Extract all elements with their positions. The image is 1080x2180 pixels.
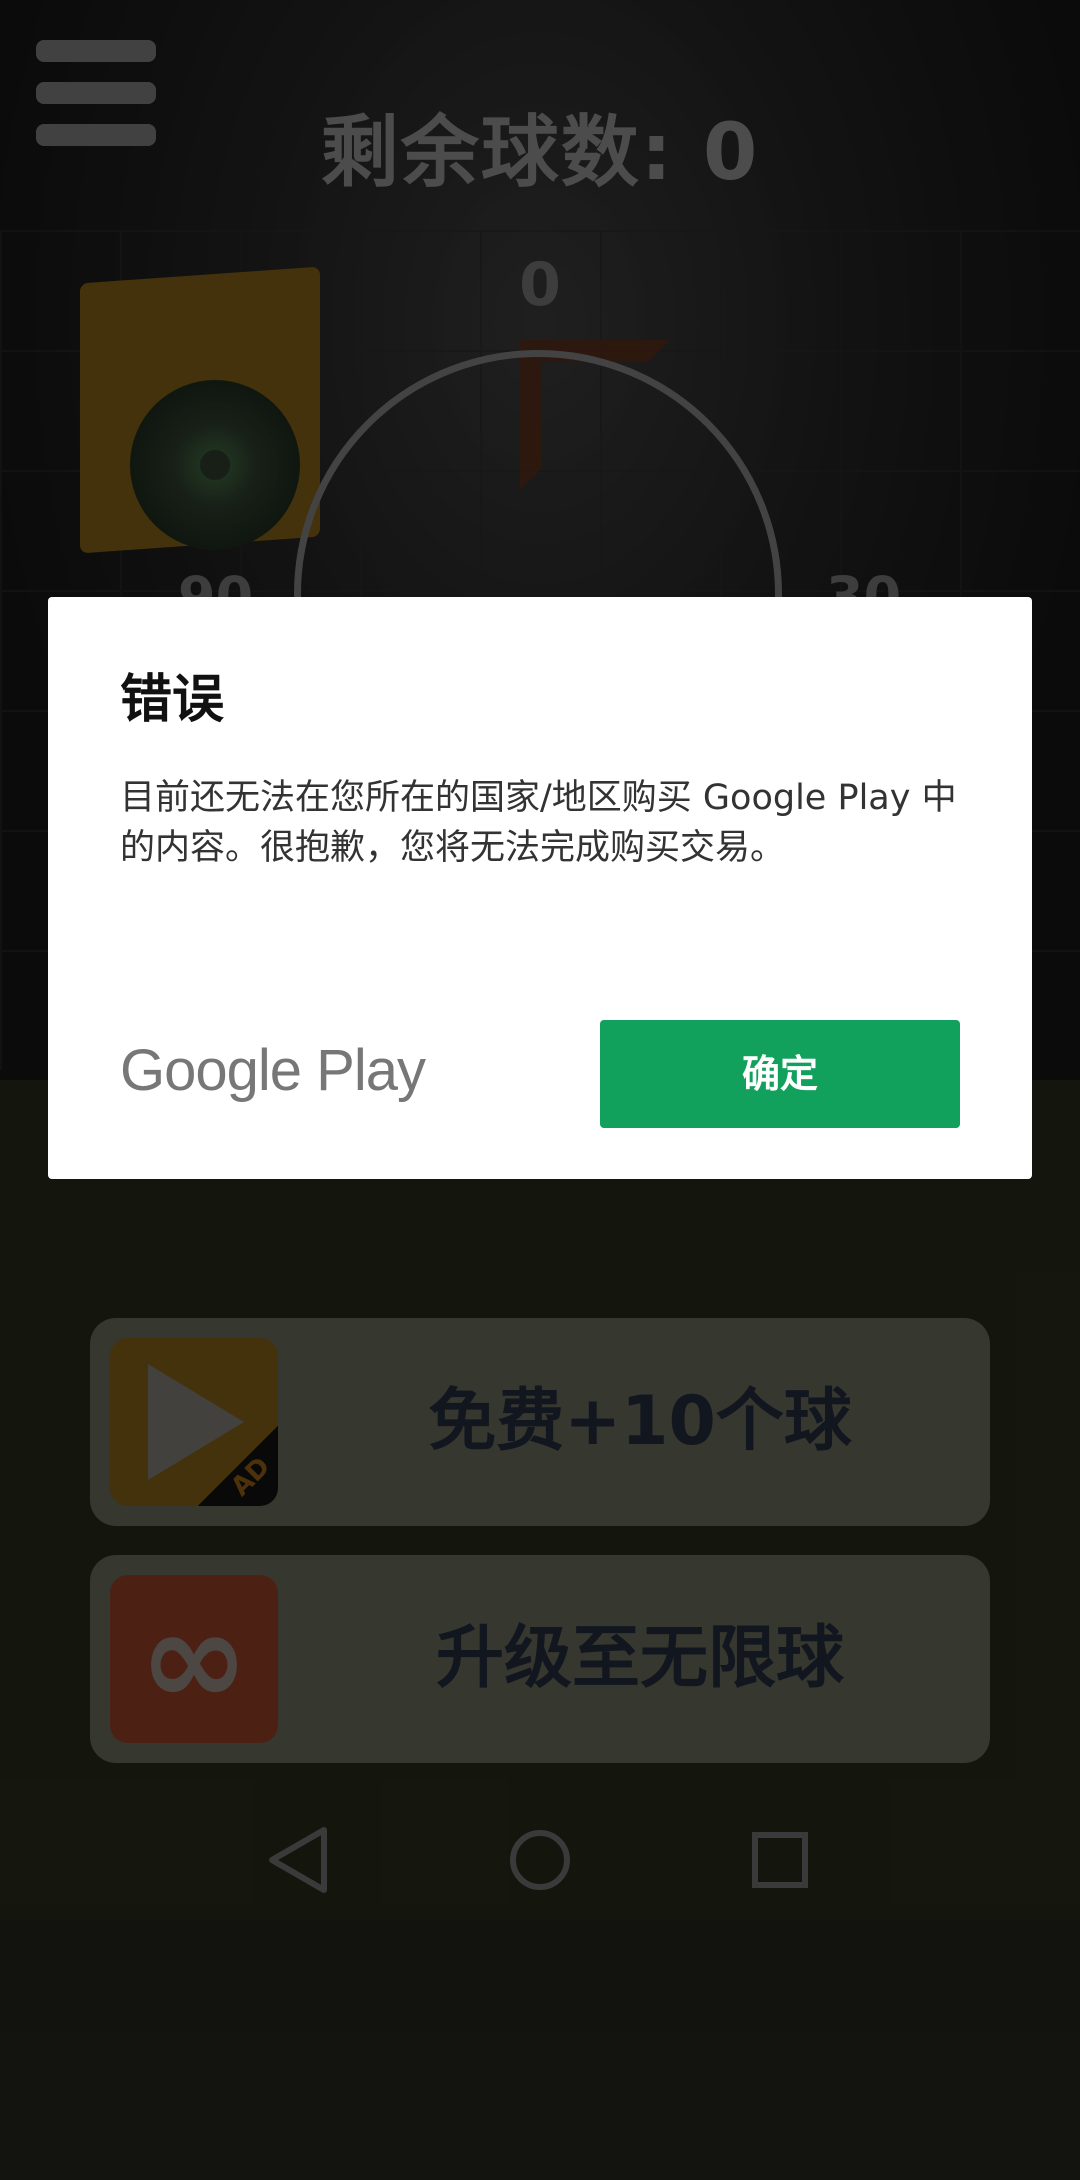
confirm-button[interactable]: 确定 bbox=[600, 1020, 960, 1128]
error-dialog: 错误 目前还无法在您所在的国家/地区购买 Google Play 中的内容。很抱… bbox=[48, 597, 1032, 1179]
dialog-message: 目前还无法在您所在的国家/地区购买 Google Play 中的内容。很抱歉，您… bbox=[120, 778, 957, 868]
google-play-logo: Google Play bbox=[120, 1038, 426, 1103]
dialog-title: 错误 bbox=[120, 670, 225, 730]
